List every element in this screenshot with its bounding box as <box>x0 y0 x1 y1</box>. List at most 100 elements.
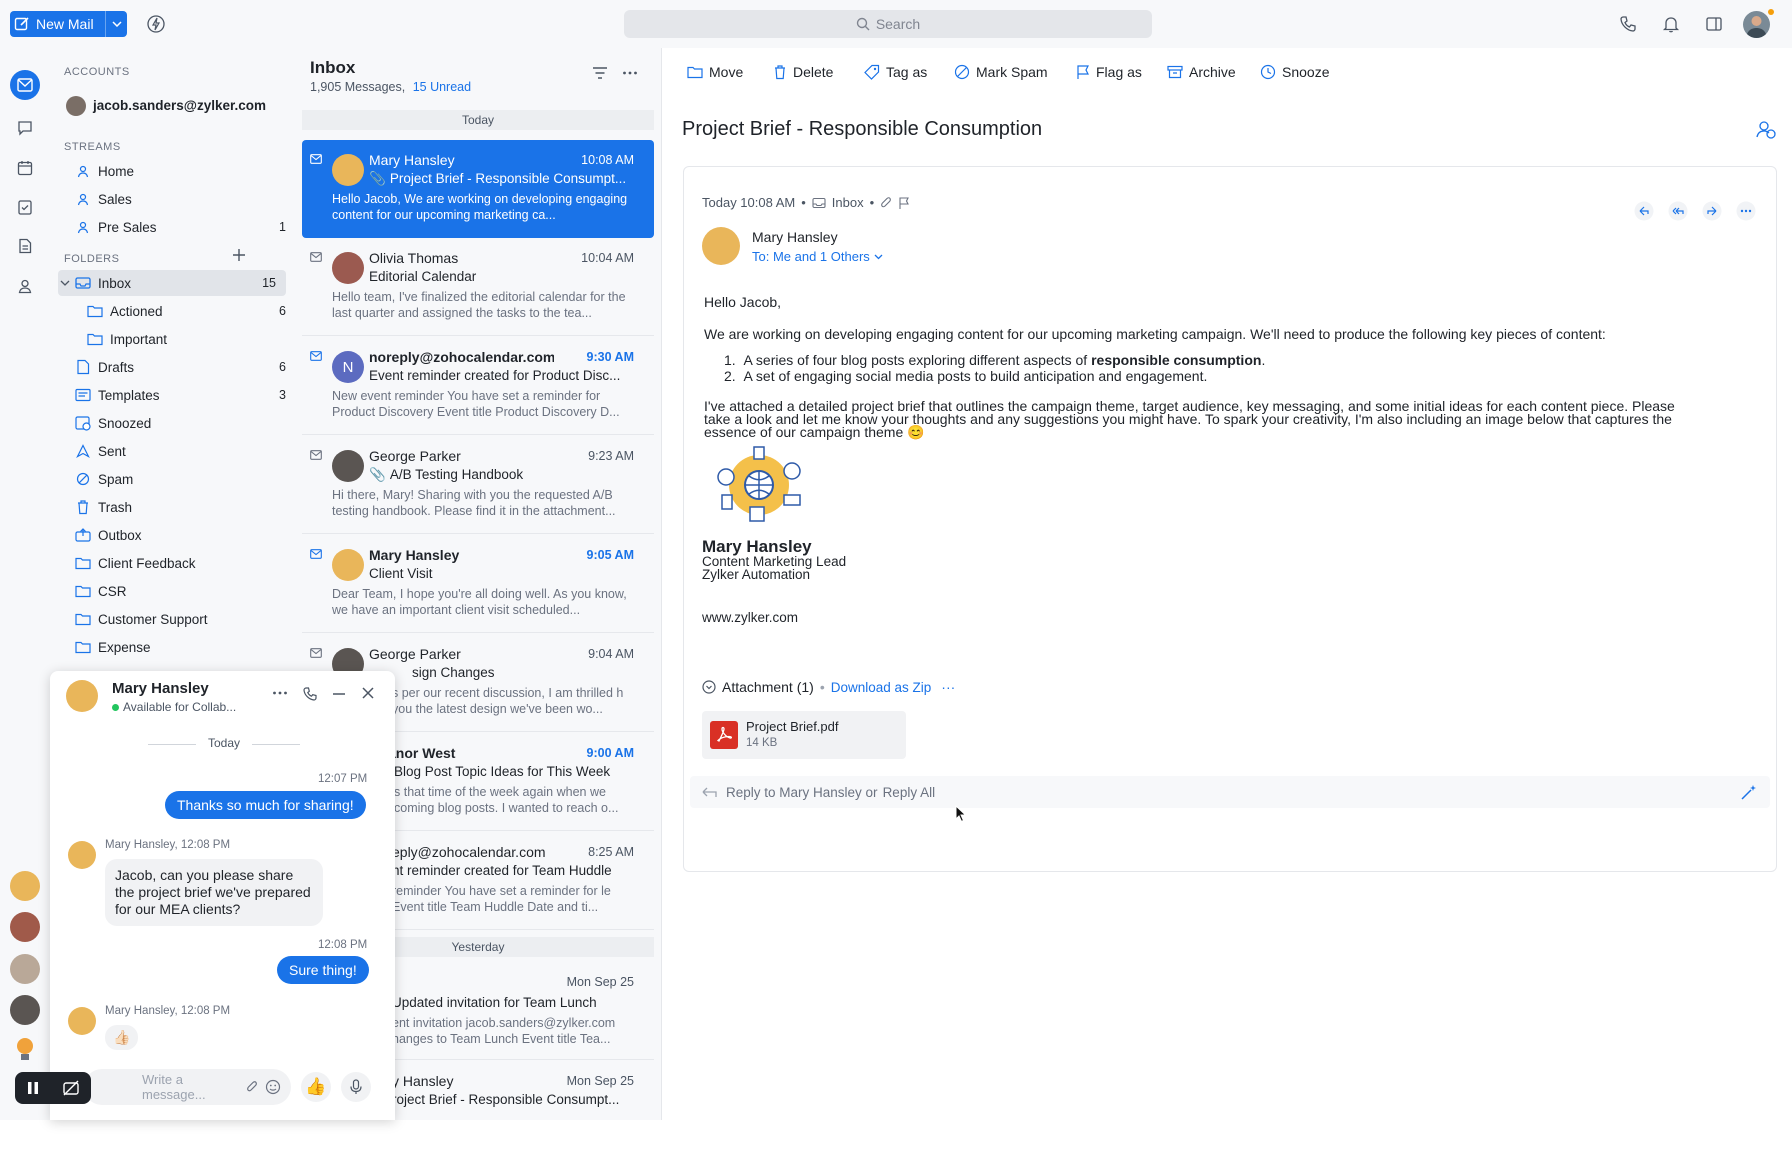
sender-name[interactable]: Mary Hansley <box>752 229 838 245</box>
add-folder-icon[interactable] <box>232 248 246 262</box>
delete-button[interactable]: Delete <box>773 64 833 80</box>
contact-avatar-1[interactable] <box>10 871 40 901</box>
microphone-icon[interactable] <box>341 1072 371 1102</box>
reply-to-label[interactable]: Reply to Mary Hansley or <box>726 785 878 800</box>
contact-avatar-2[interactable] <box>10 912 40 942</box>
filter-icon[interactable] <box>592 66 608 80</box>
accounts-header: ACCOUNTS <box>64 66 130 78</box>
chevron-down-icon[interactable] <box>105 11 127 37</box>
folder-client-feedback[interactable]: Client Feedback <box>74 550 286 576</box>
chat-icon[interactable] <box>13 116 37 140</box>
account-email[interactable]: jacob.sanders@zylker.com <box>93 98 266 113</box>
message-input[interactable]: Write a message... <box>84 1069 291 1105</box>
mark-spam-button[interactable]: Mark Spam <box>954 64 1048 80</box>
minimize-icon[interactable] <box>332 692 346 696</box>
contact-avatar-4[interactable] <box>10 995 40 1025</box>
folder-count: 6 <box>279 304 286 318</box>
folder-expense[interactable]: Expense <box>74 634 286 660</box>
folder-spam[interactable]: Spam <box>74 466 286 492</box>
greeting: Hello Jacob, <box>704 294 782 310</box>
sender: Mary Hansley <box>369 152 455 168</box>
reply-all-label[interactable]: Reply All <box>883 785 936 800</box>
flag-as-button[interactable]: Flag as <box>1076 64 1142 80</box>
list-item[interactable]: George Parker 9:23 AM 📎 A/B Testing Handb… <box>302 436 654 534</box>
search-input[interactable]: Search <box>624 10 1152 38</box>
bell-icon[interactable] <box>1661 14 1681 34</box>
archive-button[interactable]: Archive <box>1167 64 1236 80</box>
flag-icon[interactable] <box>898 196 910 210</box>
folder-inbox[interactable]: Inbox 15 <box>58 270 286 296</box>
participants-icon[interactable] <box>1755 118 1777 140</box>
list-item[interactable]: Mary Hansley 9:05 AM Client Visit Dear T… <box>302 535 654 633</box>
snooze-button[interactable]: Snooze <box>1260 64 1329 80</box>
chevron-circle-icon[interactable] <box>702 680 716 694</box>
lightning-icon[interactable] <box>146 14 166 34</box>
more-icon[interactable]: ··· <box>941 679 955 695</box>
reply-all-icon[interactable] <box>1668 201 1688 221</box>
notes-icon[interactable] <box>13 234 37 258</box>
list-title: Inbox <box>310 58 356 77</box>
sparkle-icon[interactable] <box>1740 783 1758 801</box>
stream-home[interactable]: Home <box>74 158 286 184</box>
attachment-file[interactable]: Project Brief.pdf 14 KB <box>702 711 906 759</box>
emoji-icon[interactable] <box>265 1079 281 1095</box>
folder-csr[interactable]: CSR <box>74 578 286 604</box>
more-icon[interactable] <box>272 688 288 698</box>
folder-sent[interactable]: Sent <box>74 438 286 464</box>
chat-message-in: 👍🏻 <box>105 1025 139 1050</box>
download-zip-link[interactable]: Download as Zip <box>831 680 932 695</box>
contact-avatar-3[interactable] <box>10 954 40 984</box>
outbox-icon <box>74 526 92 544</box>
stream-sales[interactable]: Sales <box>74 186 286 212</box>
inbox-icon <box>812 197 826 209</box>
bulb-icon[interactable] <box>13 1036 37 1062</box>
folder-name[interactable]: Inbox <box>832 195 864 210</box>
mail-icon[interactable] <box>10 70 40 100</box>
move-button[interactable]: Move <box>687 64 743 80</box>
folder-templates[interactable]: Templates 3 <box>74 382 286 408</box>
folder-important[interactable]: Important <box>86 326 286 352</box>
panel-layout-icon[interactable] <box>1704 14 1724 34</box>
pause-icon[interactable] <box>27 1081 39 1095</box>
reply-icon[interactable] <box>1634 201 1654 221</box>
more-icon[interactable] <box>1736 201 1756 221</box>
chevron-down-icon[interactable] <box>60 280 74 286</box>
group-icon <box>74 190 92 208</box>
phone-icon[interactable] <box>1618 14 1638 34</box>
time: Mon Sep 25 <box>566 1074 634 1088</box>
folder-snoozed[interactable]: Snoozed <box>74 410 286 436</box>
list-item[interactable]: N noreply@zohocalendar.com 9:30 AM Event… <box>302 337 654 435</box>
signature-website[interactable]: www.zylker.com <box>702 610 798 625</box>
stream-pre-sales[interactable]: Pre Sales 1 <box>74 214 286 240</box>
time: 8:25 AM <box>588 845 634 859</box>
tag-as-button[interactable]: Tag as <box>864 64 927 80</box>
camera-off-icon[interactable] <box>62 1080 80 1096</box>
folder-drafts[interactable]: Drafts 6 <box>74 354 286 380</box>
unread-count[interactable]: 15 Unread <box>413 80 471 94</box>
close-icon[interactable] <box>361 686 375 700</box>
call-icon[interactable] <box>302 686 318 702</box>
folder-customer-support[interactable]: Customer Support <box>74 606 286 632</box>
subject: Client Visit <box>369 566 433 581</box>
chat-contact-name[interactable]: Mary Hansley <box>112 680 209 697</box>
folders-header: FOLDERS <box>64 253 120 265</box>
attach-icon[interactable] <box>245 1079 259 1095</box>
more-icon[interactable] <box>622 66 638 80</box>
user-avatar[interactable] <box>1743 11 1770 38</box>
calendar-icon[interactable] <box>13 156 37 180</box>
recipients-toggle[interactable]: To: Me and 1 Others <box>752 249 883 264</box>
folder-outbox[interactable]: Outbox <box>74 522 286 548</box>
thumbs-up-button[interactable]: 👍 <box>301 1072 331 1102</box>
list-item[interactable]: Olivia Thomas 10:04 AM Editorial Calenda… <box>302 238 654 336</box>
quick-reply-bar[interactable]: Reply to Mary Hansley or Reply All <box>690 776 1770 808</box>
folder-trash[interactable]: Trash <box>74 494 286 520</box>
tasks-icon[interactable] <box>13 195 37 219</box>
chat-message-out: Sure thing! <box>277 956 369 984</box>
divider <box>148 744 196 745</box>
forward-icon[interactable] <box>1702 201 1722 221</box>
contacts-icon[interactable] <box>13 274 37 298</box>
new-mail-button[interactable]: New Mail <box>10 11 127 37</box>
list-item[interactable]: Mary Hansley 10:08 AM 📎 Project Brief - R… <box>302 140 654 238</box>
folder-actioned[interactable]: Actioned 6 <box>86 298 286 324</box>
list-item-1: 1. A series of four blog posts exploring… <box>724 352 1266 368</box>
